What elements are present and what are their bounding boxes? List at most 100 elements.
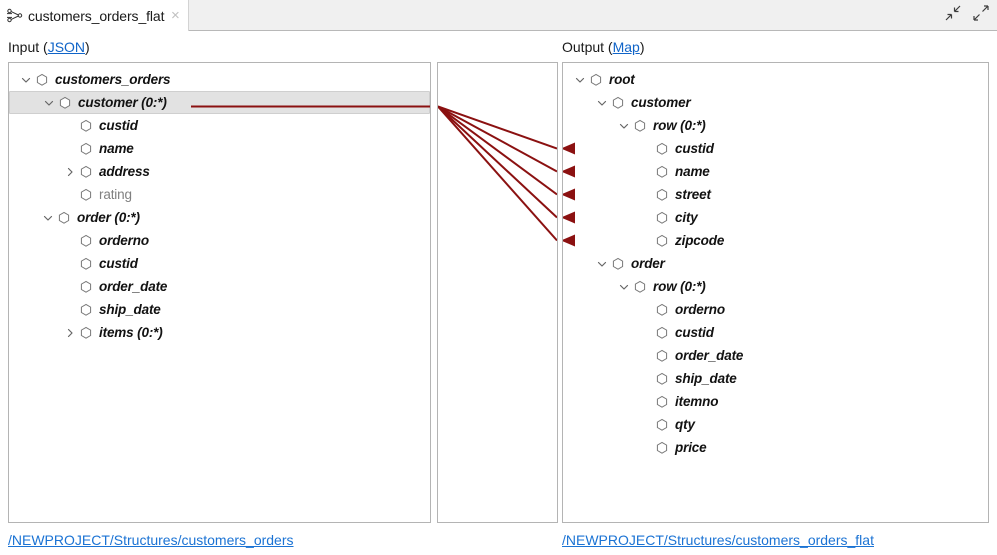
tab-customers-orders-flat[interactable]: customers_orders_flat × [0,0,189,31]
tree-node-ship-date[interactable]: ship_date [9,298,430,321]
node-hexagon-icon [36,73,48,86]
tree-node-label: row (0:*) [653,279,706,294]
tree-node-label: order_date [99,279,168,294]
tree-node-label: order (0:*) [77,210,140,225]
tree-node-order-date[interactable]: order_date [9,275,430,298]
tree-node-address[interactable]: address [9,160,430,183]
tree-node-label: city [675,210,698,225]
chevron-down-icon[interactable] [617,119,631,133]
tree-node-order-0[interactable]: order (0:*) [9,206,430,229]
tree-node-label: custid [675,141,714,156]
tree-node-label: qty [675,417,695,432]
tree-node-label: root [609,72,635,87]
tree-node-label: rating [99,187,132,202]
output-format-link[interactable]: Map [613,39,640,55]
tree-node-items-0[interactable]: items (0:*) [9,321,430,344]
tree-node-root[interactable]: root [563,68,988,91]
node-hexagon-icon [80,303,92,316]
chevron-down-icon[interactable] [617,280,631,294]
node-hexagon-icon [80,119,92,132]
node-hexagon-icon [80,188,92,201]
mapping-graph-icon [6,7,24,25]
node-hexagon-icon [656,418,668,431]
input-caption-suffix: ) [85,39,90,55]
tree-node-label: items (0:*) [99,325,163,340]
tree-node-orderno[interactable]: orderno [563,298,988,321]
tree-node-order-date[interactable]: order_date [563,344,988,367]
tree-node-ship-date[interactable]: ship_date [563,367,988,390]
output-caption-suffix: ) [639,39,645,55]
tree-node-label: zipcode [675,233,725,248]
tree-node-label: customers_orders [55,72,171,87]
output-tree-panel[interactable]: root customer row (0:*) custid name street cit… [562,62,989,523]
tree-node-label: street [675,187,711,202]
tree-node-name[interactable]: name [9,137,430,160]
node-hexagon-icon [656,211,668,224]
tree-node-customers-orders[interactable]: customers_orders [9,68,430,91]
node-hexagon-icon [656,326,668,339]
mapping-lines [438,105,557,242]
tree-node-price[interactable]: price [563,436,988,459]
tree-node-zipcode[interactable]: zipcode [563,229,988,252]
tree-node-itemno[interactable]: itemno [563,390,988,413]
input-format-link[interactable]: JSON [48,39,85,55]
tree-node-label: name [675,164,710,179]
input-tree: customers_orders customer (0:*) custid name… [9,63,430,344]
node-hexagon-icon [590,73,602,86]
node-hexagon-icon [80,234,92,247]
output-tree: root customer row (0:*) custid name street cit… [563,63,988,459]
node-hexagon-icon [80,257,92,270]
input-structure-path-link[interactable]: /NEWPROJECT/Structures/customers_orders [8,532,294,548]
tree-node-order[interactable]: order [563,252,988,275]
tree-node-qty[interactable]: qty [563,413,988,436]
tree-node-label: ship_date [99,302,161,317]
node-hexagon-icon [656,303,668,316]
tree-node-customer[interactable]: customer [563,91,988,114]
mapping-canvas-panel[interactable] [437,62,558,523]
tree-node-custid[interactable]: custid [563,137,988,160]
chevron-down-icon[interactable] [573,73,587,87]
tree-node-custid[interactable]: custid [9,252,430,275]
tree-node-street[interactable]: street [563,183,988,206]
tree-node-city[interactable]: city [563,206,988,229]
tree-node-row-0[interactable]: row (0:*) [563,114,988,137]
tree-node-label: order_date [675,348,744,363]
window-controls [943,3,991,23]
node-hexagon-icon [656,165,668,178]
tree-node-label: custid [99,256,138,271]
tree-node-label: address [99,164,150,179]
chevron-down-icon[interactable] [41,211,55,225]
tree-node-label: order [631,256,665,271]
node-hexagon-icon [612,257,624,270]
chevron-down-icon[interactable] [595,96,609,110]
tree-node-label: custid [675,325,714,340]
collapse-icon[interactable] [943,3,963,23]
chevron-down-icon[interactable] [42,96,56,110]
expand-icon[interactable] [971,3,991,23]
node-hexagon-icon [656,142,668,155]
node-hexagon-icon [656,188,668,201]
chevron-right-icon[interactable] [63,326,77,340]
output-caption: Output (Map) [562,39,645,55]
node-hexagon-icon [612,96,624,109]
chevron-right-icon[interactable] [63,165,77,179]
input-tree-panel[interactable]: customers_orders customer (0:*) custid name… [8,62,431,523]
tree-node-orderno[interactable]: orderno [9,229,430,252]
tree-node-custid[interactable]: custid [9,114,430,137]
chevron-down-icon[interactable] [19,73,33,87]
output-structure-path-link[interactable]: /NEWPROJECT/Structures/customers_orders_… [562,532,874,548]
tree-node-row-0[interactable]: row (0:*) [563,275,988,298]
tree-node-name[interactable]: name [563,160,988,183]
tree-node-custid[interactable]: custid [563,321,988,344]
node-hexagon-icon [656,441,668,454]
node-hexagon-icon [80,280,92,293]
tab-bar: customers_orders_flat × [0,0,997,31]
tab-label: customers_orders_flat [28,7,165,24]
input-caption: Input (JSON) [8,39,90,55]
tree-node-rating[interactable]: rating [9,183,430,206]
tree-node-customer-0[interactable]: customer (0:*) [9,91,430,114]
tree-node-label: customer (0:*) [78,95,167,110]
chevron-down-icon[interactable] [595,257,609,271]
tree-node-label: customer [631,95,691,110]
close-icon[interactable]: × [167,8,183,24]
